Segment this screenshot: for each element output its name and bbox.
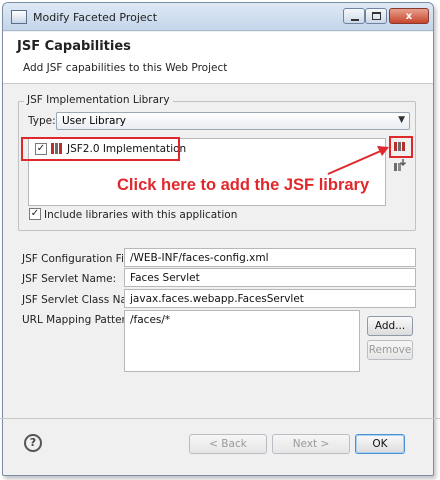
ok-button[interactable]: OK (355, 434, 405, 454)
back-button[interactable]: < Back (189, 434, 267, 454)
include-libraries-checkbox[interactable]: ✓ (29, 208, 41, 220)
library-item-highlight (21, 137, 180, 161)
servlet-class-value: javax.faces.webapp.FacesServlet (130, 293, 304, 305)
add-pattern-button[interactable]: Add... (367, 316, 413, 336)
dialog-window: Modify Faceted Project x JSF Capabilitie… (2, 2, 434, 476)
manage-library-highlight (389, 136, 413, 158)
servlet-name-value: Faces Servlet (130, 272, 200, 284)
config-file-label: JSF Configuration File: (22, 253, 137, 265)
type-select[interactable]: User Library ▼ (56, 112, 410, 130)
maximize-icon (372, 12, 381, 20)
chevron-down-icon: ▼ (398, 115, 405, 125)
page-subtitle: Add JSF capabilities to this Web Project (23, 62, 228, 74)
url-pattern-item: /faces/* (130, 314, 171, 326)
header-panel: JSF Capabilities Add JSF capabilities to… (3, 32, 433, 84)
library-group-label: JSF Implementation Library (24, 94, 173, 106)
include-libraries-label: Include libraries with this application (44, 209, 238, 221)
help-icon[interactable]: ? (24, 434, 42, 452)
config-file-field[interactable]: /WEB-INF/faces-config.xml (124, 248, 416, 267)
next-button[interactable]: Next > (272, 434, 350, 454)
close-button[interactable]: x (389, 8, 429, 24)
footer-separator (0, 418, 440, 419)
type-select-value: User Library (62, 115, 126, 127)
config-file-value: /WEB-INF/faces-config.xml (130, 252, 269, 264)
annotation-text: Click here to add the JSF library (117, 176, 370, 194)
title-bar: Modify Faceted Project x (3, 3, 433, 31)
servlet-name-label: JSF Servlet Name: (22, 273, 117, 285)
download-library-button[interactable] (392, 158, 410, 174)
minimize-button[interactable] (343, 8, 365, 24)
window-icon (11, 10, 27, 24)
minimize-icon (351, 19, 359, 21)
window-title: Modify Faceted Project (33, 11, 158, 24)
maximize-button[interactable] (365, 8, 387, 24)
url-patterns-list[interactable]: /faces/* (124, 310, 360, 372)
page-title: JSF Capabilities (17, 39, 131, 54)
type-label: Type: (28, 115, 56, 127)
download-library-icon (394, 159, 406, 171)
remove-pattern-button[interactable]: Remove (367, 340, 413, 360)
servlet-class-field[interactable]: javax.faces.webapp.FacesServlet (124, 289, 416, 308)
close-icon: x (405, 11, 413, 22)
servlet-name-field[interactable]: Faces Servlet (124, 268, 416, 287)
